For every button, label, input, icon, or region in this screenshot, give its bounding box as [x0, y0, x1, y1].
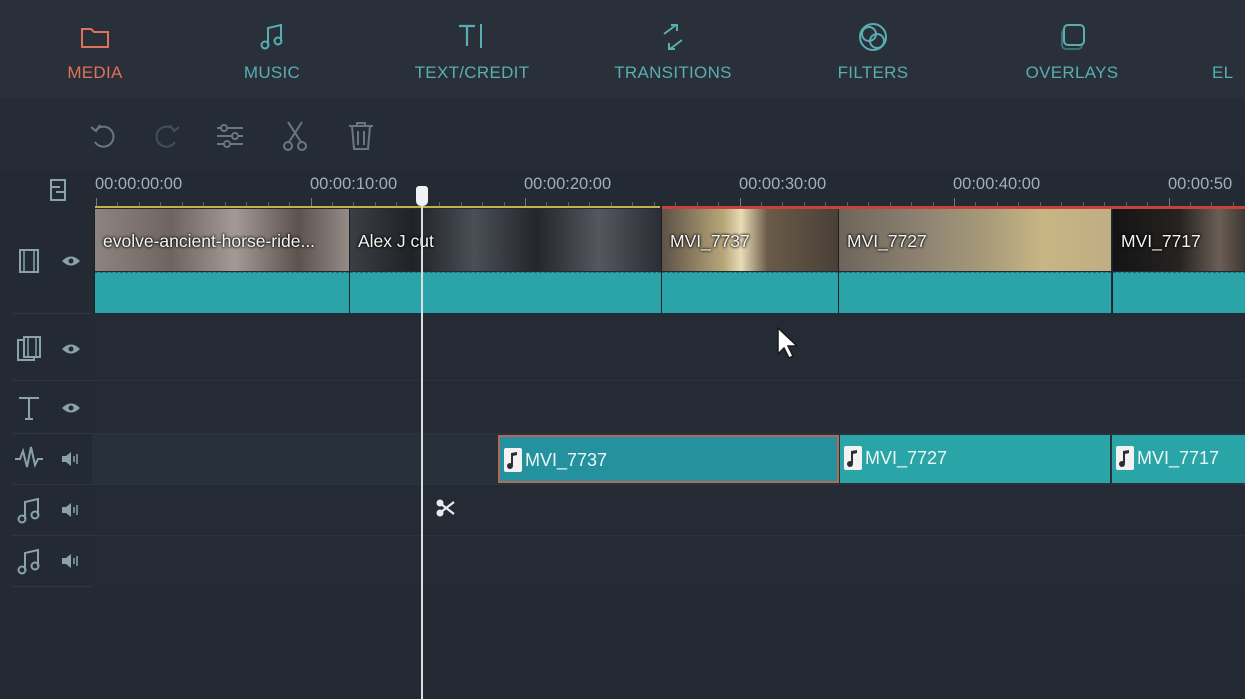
audio-clip[interactable]: MVI_7727	[840, 435, 1110, 483]
render-status-bar-done	[95, 206, 660, 208]
ruler-label: 00:00:20:00	[524, 175, 612, 193]
redo-button[interactable]	[148, 118, 184, 154]
text-track[interactable]	[92, 381, 1245, 434]
overlapping-circles-icon	[859, 23, 887, 51]
scissors-icon	[283, 121, 307, 151]
audio-clip-name: MVI_7737	[525, 450, 608, 470]
eye-icon[interactable]	[60, 341, 82, 357]
music-note-icon	[844, 446, 862, 470]
pip-track-icon	[17, 336, 41, 361]
split-button[interactable]	[277, 118, 313, 154]
music-track-icon	[17, 497, 40, 524]
pip-track-header	[12, 314, 92, 381]
text-track-icon	[19, 397, 39, 420]
tab-music[interactable]: MUSIC	[232, 0, 312, 98]
ruler-label: 00:00:10:00	[310, 175, 398, 193]
trash-icon	[349, 122, 373, 150]
clip-audio-strip	[1113, 272, 1245, 313]
eye-icon[interactable]	[60, 253, 82, 269]
audio-clips: MVI_7737 MVI_7727 MVI_7717	[92, 435, 1245, 483]
delete-button[interactable]	[343, 118, 379, 154]
music-note-icon	[260, 23, 283, 50]
edit-toolbar	[0, 98, 1245, 170]
video-clip[interactable]: evolve-ancient-horse-ride...	[94, 209, 349, 313]
speaker-icon[interactable]	[60, 502, 82, 518]
clip-name: MVI_7737	[670, 231, 750, 251]
audio-clip-name: MVI_7717	[1137, 448, 1220, 468]
tab-filters[interactable]: FILTERS	[830, 0, 916, 98]
undo-icon	[90, 124, 115, 148]
tab-text-credit-label: TEXT/CREDIT	[414, 63, 530, 82]
mouse-pointer-icon	[777, 326, 798, 360]
tab-music-label: MUSIC	[243, 63, 301, 82]
video-track-header	[12, 208, 92, 314]
video-clip[interactable]: MVI_7717	[1112, 209, 1245, 313]
tab-overlays[interactable]: OVERLAYS	[1014, 0, 1130, 98]
folder-icon	[81, 28, 109, 48]
text-track-header	[12, 381, 92, 434]
adjust-sliders-icon	[217, 124, 243, 148]
playhead-line[interactable]	[421, 192, 423, 699]
music-track-1[interactable]	[92, 485, 1245, 536]
text-cursor-icon	[459, 24, 482, 48]
pip-track[interactable]	[92, 314, 1245, 381]
tab-elements[interactable]: EL	[1212, 0, 1245, 98]
music-note-icon	[504, 448, 522, 472]
video-clip[interactable]: MVI_7727	[838, 209, 1111, 313]
clip-name: MVI_7717	[1121, 231, 1201, 251]
film-strip-icon	[19, 249, 39, 273]
tab-transitions-label: TRANSITIONS	[614, 63, 732, 82]
audio-clip[interactable]: MVI_7717	[1112, 435, 1245, 483]
transition-arrows-icon	[663, 24, 683, 50]
timeline-ruler[interactable]: 00:00:00:00 00:00:10:00 00:00:20:00 00:0…	[0, 170, 1245, 208]
audio-clip-selected[interactable]: MVI_7737	[498, 435, 839, 483]
track-headers	[0, 208, 92, 588]
clip-audio-strip	[662, 272, 838, 313]
tab-media[interactable]: MEDIA	[55, 0, 135, 98]
audio-wave-track-icon	[15, 446, 43, 468]
tab-elements-label: EL	[1212, 63, 1234, 82]
music-track-header	[12, 485, 92, 536]
audio-track-header	[12, 434, 92, 485]
eye-icon[interactable]	[60, 400, 82, 416]
top-navigation-bar: MEDIA MUSIC TEXT/CREDIT TRANSITIONS FILT…	[0, 0, 1245, 98]
ruler-label: 00:00:40:00	[953, 175, 1041, 193]
clip-audio-strip	[839, 272, 1111, 313]
scissors-cursor-icon	[436, 499, 455, 517]
clip-audio-strip	[350, 272, 661, 313]
video-track: evolve-ancient-horse-ride... Alex J cut …	[92, 209, 1245, 314]
music-track-2[interactable]	[92, 536, 1245, 586]
music-note-icon	[1116, 446, 1134, 470]
clip-name: MVI_7727	[847, 231, 927, 251]
snap-magnet-icon[interactable]	[48, 178, 68, 202]
playhead-handle[interactable]	[416, 186, 428, 206]
tab-overlays-label: OVERLAYS	[1025, 63, 1119, 82]
music-track-icon	[17, 548, 40, 575]
speaker-icon[interactable]	[60, 553, 82, 569]
tab-filters-label: FILTERS	[837, 63, 909, 82]
video-clip[interactable]: Alex J cut	[349, 209, 661, 313]
tab-text-credit[interactable]: TEXT/CREDIT	[402, 0, 542, 98]
ruler-label: 00:00:50	[1168, 175, 1233, 193]
music-track-header	[12, 536, 92, 587]
undo-button[interactable]	[86, 118, 122, 154]
speaker-icon[interactable]	[60, 451, 82, 467]
tab-media-label: MEDIA	[67, 63, 123, 82]
stacked-squares-icon	[1061, 24, 1085, 50]
tab-transitions[interactable]: TRANSITIONS	[602, 0, 744, 98]
redo-icon	[155, 124, 180, 148]
clip-name: evolve-ancient-horse-ride...	[103, 231, 316, 251]
audio-clip-name: MVI_7727	[865, 448, 948, 468]
adjust-button[interactable]	[212, 118, 248, 154]
video-clip[interactable]: MVI_7737	[661, 209, 838, 313]
ruler-label: 00:00:30:00	[739, 175, 827, 193]
ruler-label: 00:00:00:00	[95, 175, 183, 193]
clip-audio-strip	[95, 272, 349, 313]
